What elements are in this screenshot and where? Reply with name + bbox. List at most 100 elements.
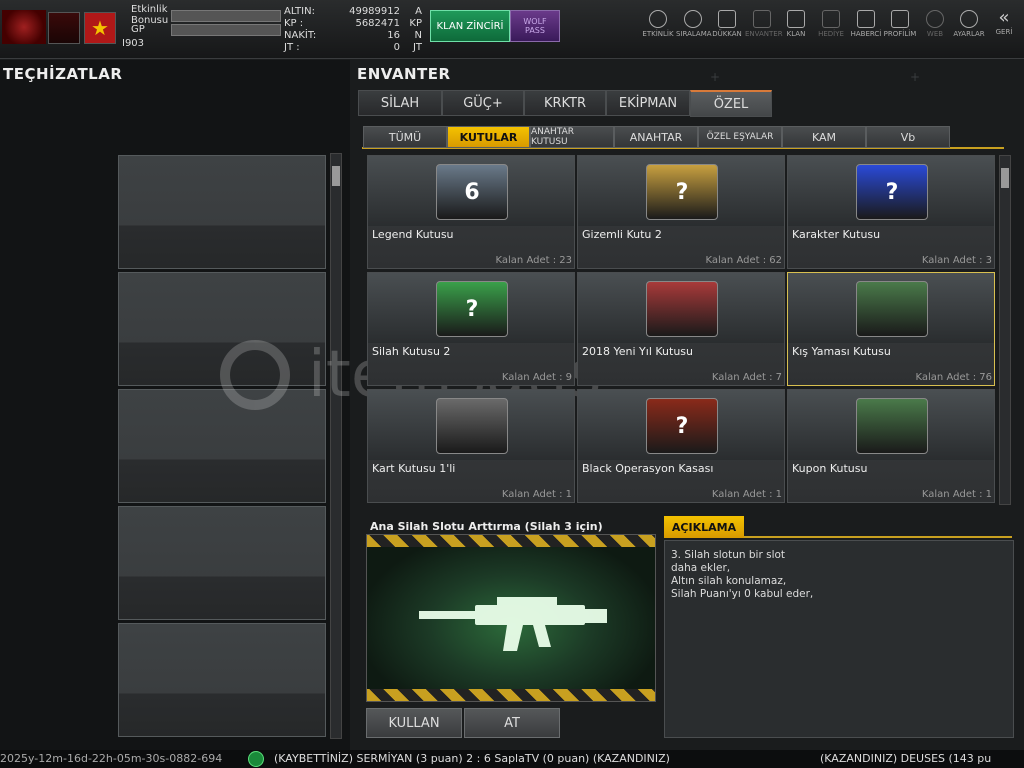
item-quantity: Kalan Adet : 9 <box>501 372 572 383</box>
equipment-scroll-thumb[interactable] <box>332 166 340 186</box>
inventory-title: ENVANTER <box>357 65 451 83</box>
item-image: ? <box>578 156 784 226</box>
item-card[interactable]: ? Karakter Kutusu Kalan Adet : 3 <box>787 155 995 269</box>
description-header: AÇIKLAMA <box>664 516 744 538</box>
equipment-slot-4[interactable] <box>118 506 326 620</box>
globe-icon <box>926 10 944 28</box>
level-label: I903 <box>122 38 145 49</box>
item-name: Silah Kutusu 2 <box>372 345 451 358</box>
nav-inventory-button[interactable]: ENVANTER <box>745 10 783 38</box>
item-name: Kart Kutusu 1'li <box>372 462 456 475</box>
use-button[interactable]: KULLAN <box>366 708 462 738</box>
equipment-slot-3[interactable] <box>118 389 326 503</box>
item-card[interactable]: 2018 Yeni Yıl Kutusu Kalan Adet : 7 <box>577 272 785 386</box>
nav-gear-button[interactable]: AYARLAR <box>952 10 986 38</box>
item-grid-scrollbar[interactable] <box>999 155 1011 505</box>
equipment-slot-2[interactable] <box>118 272 326 386</box>
top-bar: ★ Etkinlik Bonusu GP I903 ALTIN: 49989912… <box>0 0 1024 59</box>
ticker-timestamp: 2025y-12m-16d-22h-05m-30s-0882-694 <box>0 752 223 765</box>
nav-stopwatch-button[interactable]: ETKİNLİK <box>641 10 675 38</box>
nav-profile-button[interactable]: PROFİLİM <box>883 10 917 38</box>
ticker-match-result-next: (KAZANDINIZ) DEUSES (143 pu <box>820 752 992 765</box>
nav-label: ETKİNLİK <box>642 30 674 38</box>
ticker-match-result: (KAYBETTİNİZ) SERMİYAN (3 puan) 2 : 6 Sa… <box>274 752 670 765</box>
item-grid-scroll-thumb[interactable] <box>1001 168 1009 188</box>
item-box-icon: ? <box>856 164 928 220</box>
item-box-icon <box>436 398 508 454</box>
item-box-icon <box>646 281 718 337</box>
nav-megaphone-button[interactable]: HABERCİ <box>849 10 883 38</box>
gp-bar <box>171 24 281 36</box>
back-icon: « <box>998 7 1010 28</box>
subtab-1[interactable]: KUTULAR <box>447 126 530 148</box>
item-detail-image <box>366 534 656 702</box>
currency-jt: JT :0 JT <box>284 42 422 53</box>
ticker-status-icon <box>248 751 264 767</box>
item-image: 6 <box>368 156 574 226</box>
item-card[interactable]: 6 Legend Kutusu Kalan Adet : 23 <box>367 155 575 269</box>
subtab-4[interactable]: ÖZEL EŞYALAR <box>698 126 782 148</box>
drop-button[interactable]: AT <box>464 708 560 738</box>
game-logo <box>2 10 46 44</box>
equipment-title: TEÇHİZATLAR <box>3 65 123 83</box>
description-line-2: daha ekler, <box>671 562 731 574</box>
nav-label: WEB <box>926 30 944 38</box>
tab-0[interactable]: SİLAH <box>358 90 442 116</box>
shield-icon <box>787 10 805 28</box>
item-image: ? <box>368 273 574 343</box>
nav-gift-button[interactable]: HEDİYE <box>814 10 848 38</box>
subtab-5[interactable]: KAM <box>782 126 866 148</box>
wolf-pass-button[interactable]: WOLF PASS <box>510 10 560 42</box>
item-quantity: Kalan Adet : 1 <box>711 489 782 500</box>
item-quantity: Kalan Adet : 1 <box>921 489 992 500</box>
item-name: Karakter Kutusu <box>792 228 881 241</box>
nav-medal-button[interactable]: SIRALAMA <box>676 10 712 38</box>
medal-icon <box>684 10 702 28</box>
tab-2[interactable]: KRKTR <box>524 90 606 116</box>
stopwatch-icon <box>649 10 667 28</box>
item-card[interactable]: ? Gizemli Kutu 2 Kalan Adet : 62 <box>577 155 785 269</box>
subtab-0[interactable]: TÜMÜ <box>363 126 447 148</box>
item-image: ? <box>578 390 784 460</box>
item-name: 2018 Yeni Yıl Kutusu <box>582 345 693 358</box>
tab-4[interactable]: ÖZEL <box>690 90 772 117</box>
tab-1[interactable]: GÜÇ+ <box>442 90 524 116</box>
item-image: ? <box>788 156 994 226</box>
match-ticker: 2025y-12m-16d-22h-05m-30s-0882-694 (KAYB… <box>0 750 1024 768</box>
subtab-2[interactable]: ANAHTAR KUTUSU <box>530 126 614 148</box>
description-line-3: Altın silah konulamaz, <box>671 575 787 587</box>
item-name: Kupon Kutusu <box>792 462 868 475</box>
item-box-icon <box>856 281 928 337</box>
nav-cart-button[interactable]: DÜKKAN <box>710 10 744 38</box>
nav-shield-button[interactable]: KLAN <box>779 10 813 38</box>
cart-icon <box>718 10 736 28</box>
klan-chain-button[interactable]: KLAN ZİNCİRİ <box>430 10 510 42</box>
item-card[interactable]: Kış Yaması Kutusu Kalan Adet : 76 <box>787 272 995 386</box>
nav-label: PROFİLİM <box>883 30 917 38</box>
item-badge: ? <box>675 179 689 205</box>
nav-label: HEDİYE <box>818 30 844 38</box>
equipment-scrollbar[interactable] <box>330 153 342 739</box>
item-card[interactable]: ? Black Operasyon Kasası Kalan Adet : 1 <box>577 389 785 503</box>
item-card[interactable]: ? Silah Kutusu 2 Kalan Adet : 9 <box>367 272 575 386</box>
item-card[interactable]: Kart Kutusu 1'li Kalan Adet : 1 <box>367 389 575 503</box>
gift-icon <box>822 10 840 28</box>
description-header-line <box>744 536 1012 538</box>
subtab-6[interactable]: Vb <box>866 126 950 148</box>
equipment-slot-1[interactable] <box>118 155 326 269</box>
item-detail-title: Ana Silah Slotu Arttırma (Silah 3 için) <box>370 520 603 533</box>
item-badge: ? <box>675 413 689 439</box>
background-plus-mark: + <box>910 70 921 84</box>
inventory-icon <box>753 10 771 28</box>
rank-emblem <box>48 12 80 44</box>
nav-globe-button[interactable]: WEB <box>918 10 952 38</box>
gear-icon <box>960 10 978 28</box>
nav-label: ENVANTER <box>745 30 783 38</box>
tab-3[interactable]: EKİPMAN <box>606 90 690 116</box>
nav-back-button[interactable]: «GERİ <box>987 7 1021 37</box>
event-bonus-label: Etkinlik Bonusu <box>131 4 169 26</box>
equipment-slot-5[interactable] <box>118 623 326 737</box>
subtab-3[interactable]: ANAHTAR <box>614 126 698 148</box>
nav-label: DÜKKAN <box>712 30 742 38</box>
item-card[interactable]: Kupon Kutusu Kalan Adet : 1 <box>787 389 995 503</box>
